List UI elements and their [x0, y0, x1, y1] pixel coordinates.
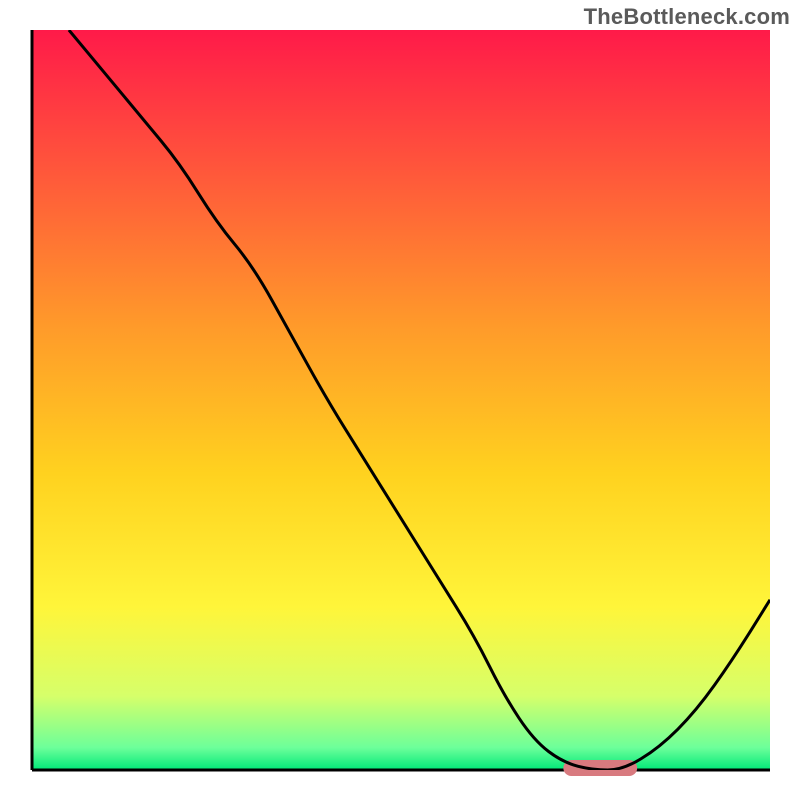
plot-background [32, 30, 770, 770]
sweet-spot-marker [563, 760, 637, 776]
bottleneck-chart [0, 0, 800, 800]
chart-container: TheBottleneck.com [0, 0, 800, 800]
watermark-text: TheBottleneck.com [584, 4, 790, 30]
